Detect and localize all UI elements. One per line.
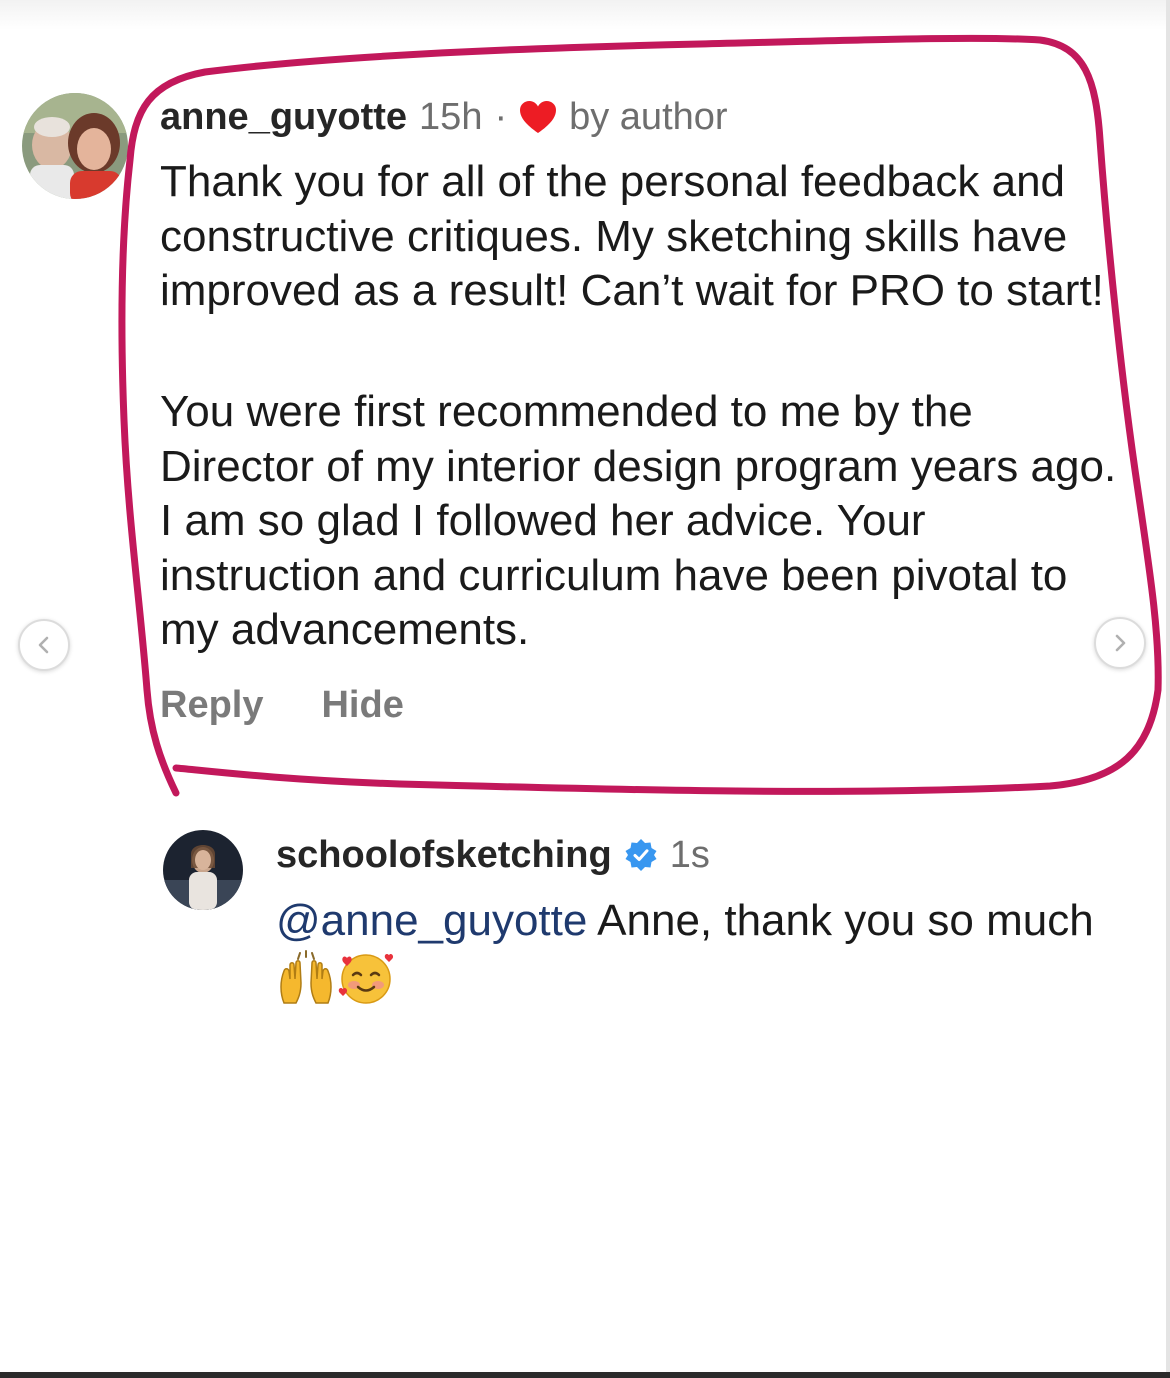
comment-header: anne_guyotte 15h · by author: [160, 92, 728, 142]
mention-link[interactable]: @anne_guyotte: [276, 896, 587, 945]
reply-button[interactable]: Reply: [160, 684, 263, 727]
avatar-anne-guyotte[interactable]: [22, 93, 128, 199]
chevron-right-icon: [1115, 634, 1126, 652]
liked-by-author-label: by author: [569, 95, 728, 138]
comment-paragraph-1: Thank you for all of the personal feedba…: [160, 157, 1104, 315]
raising-hands-emoji: [276, 949, 336, 1005]
profile-photo-icon: [22, 93, 128, 199]
bottom-bar: [0, 1372, 1170, 1378]
avatar-schoolofsketching[interactable]: [163, 830, 243, 910]
reply-text: @anne_guyotte Anne, thank you so much: [276, 894, 1116, 1010]
previous-button[interactable]: [18, 619, 70, 671]
next-button[interactable]: [1094, 617, 1146, 669]
comment-time: 15h: [419, 95, 483, 138]
top-fade: [0, 0, 1170, 30]
comment-actions: Reply Hide: [160, 684, 404, 727]
reply-message: Anne, thank you so much: [587, 896, 1094, 945]
comment-username[interactable]: anne_guyotte: [160, 96, 407, 139]
scroll-edge: [1166, 0, 1170, 1378]
heart-icon: [519, 100, 557, 134]
comment-paragraph-2: You were first recommended to me by the …: [160, 387, 1117, 654]
reply-username[interactable]: schoolofsketching: [276, 834, 612, 877]
reply-header: schoolofsketching 1s: [276, 832, 710, 878]
profile-photo-icon: [163, 830, 243, 910]
hide-button[interactable]: Hide: [321, 684, 403, 727]
smiling-face-with-hearts-emoji: [336, 949, 396, 1005]
chevron-left-icon: [38, 636, 49, 654]
meta-separator: ·: [494, 95, 508, 138]
verified-badge-icon: [624, 838, 658, 872]
reply-time: 1s: [669, 833, 710, 876]
